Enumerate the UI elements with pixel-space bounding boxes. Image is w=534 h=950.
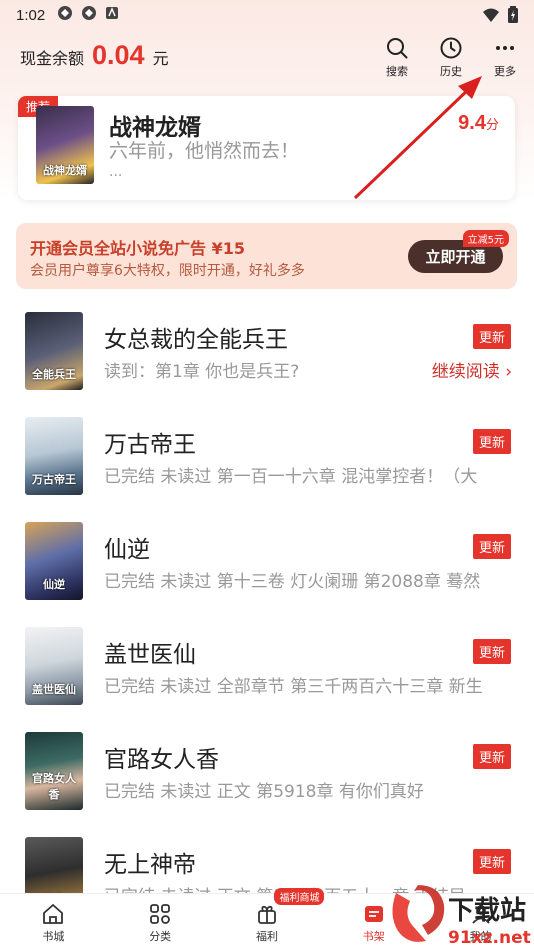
book-cover: 仙逆 xyxy=(25,522,83,600)
clock-icon xyxy=(440,37,462,59)
book-cover: 盖世医仙 xyxy=(25,627,83,705)
nav-item-bookstore[interactable]: 书城 xyxy=(0,894,107,950)
search-label: 搜索 xyxy=(386,65,408,78)
grid-icon xyxy=(150,904,171,924)
continue-reading-link[interactable]: 继续阅读 › xyxy=(432,357,512,382)
bookshelf-icon xyxy=(364,906,383,922)
featured-book-card[interactable]: 推荐 战神龙婿 战神龙婿 六年前，他悄然而去！ ... 9.4分 xyxy=(18,96,515,200)
book-title: 官路女人香 xyxy=(104,747,219,773)
more-button[interactable]: 更多 xyxy=(490,36,520,79)
status-time: 1:02 xyxy=(16,6,46,24)
update-badge: 更新 xyxy=(472,534,511,559)
battery-icon xyxy=(508,6,518,27)
status-bar: 1:02 xyxy=(0,0,534,30)
update-badge: 更新 xyxy=(472,429,511,454)
app-notification-icon xyxy=(57,5,73,25)
nav-label: 福利 xyxy=(255,930,278,943)
cover-title: 战神龙婿 xyxy=(43,164,87,177)
book-title: 仙逆 xyxy=(104,537,150,563)
app-notification-icon xyxy=(105,6,119,24)
search-button[interactable]: 搜索 xyxy=(382,36,412,79)
update-badge: 更新 xyxy=(472,744,511,769)
cover-title: 全能兵王 xyxy=(32,368,76,381)
more-icon xyxy=(496,46,514,50)
vip-discount-badge: 立减5元 xyxy=(462,230,509,247)
vip-subtitle: 会员用户尊享6大特权，限时开通，好礼多多 xyxy=(30,263,305,279)
book-cover: 全能兵王 xyxy=(25,312,83,390)
list-item[interactable]: 仙逆 仙逆 更新 已完结 未读过 第十三卷 灯火阑珊 第2088章 蓦然 xyxy=(0,510,534,615)
book-title: 万古帝王 xyxy=(104,432,196,458)
nav-item-welfare[interactable]: 福利商城 福利 xyxy=(214,888,325,950)
update-badge: 更新 xyxy=(472,849,511,874)
vip-banner[interactable]: 开通会员全站小说免广告 ¥15 会员用户尊享6大特权，限时开通，好礼多多 立即开… xyxy=(16,223,517,289)
balance-unit: 元 xyxy=(152,49,169,68)
home-icon xyxy=(43,904,64,924)
nav-item-category[interactable]: 分类 xyxy=(107,894,214,950)
history-button[interactable]: 历史 xyxy=(436,36,466,79)
more-label: 更多 xyxy=(494,65,516,78)
nav-label: 书架 xyxy=(362,930,385,943)
reading-progress: 读到：第1章 你也是兵王? xyxy=(104,362,300,382)
score-value: 9.4 xyxy=(458,112,486,134)
featured-book-ellipsis: ... xyxy=(109,164,123,180)
update-badge: 更新 xyxy=(472,324,511,349)
list-item[interactable]: 盖世医仙 盖世医仙 更新 已完结 未读过 全部章节 第三千两百六十三章 新生 xyxy=(0,615,534,720)
history-label: 历史 xyxy=(440,65,462,78)
app-notification-icon xyxy=(81,5,97,25)
watermark-logo: 下载站 91xz.net xyxy=(384,885,534,950)
book-status: 已完结 未读过 全部章节 第三千两百六十三章 新生 xyxy=(104,677,483,697)
cover-title: 仙逆 xyxy=(43,578,65,591)
cover-title: 盖世医仙 xyxy=(32,683,76,696)
watermark-text: 下载站 xyxy=(448,896,526,926)
featured-book-description: 六年前，他悄然而去！ xyxy=(109,140,300,162)
vip-title: 开通会员全站小说免广告 ¥15 xyxy=(30,239,245,258)
nav-label: 分类 xyxy=(149,930,172,943)
list-item[interactable]: 万古帝王 万古帝王 更新 已完结 未读过 第一百一十六章 混沌掌控者！（大 xyxy=(0,405,534,510)
book-status: 已完结 未读过 正文 第5918章 有你们真好 xyxy=(104,782,424,802)
cover-title: 官路女人香 xyxy=(32,772,76,801)
welfare-mall-badge: 福利商城 xyxy=(274,888,325,905)
gift-icon xyxy=(258,905,276,924)
book-status: 已完结 未读过 第十三卷 灯火阑珊 第2088章 蓦然 xyxy=(104,572,481,592)
score-unit: 分 xyxy=(485,117,499,132)
list-item[interactable]: 官路女人香 官路女人香 更新 已完结 未读过 正文 第5918章 有你们真好 xyxy=(0,720,534,825)
book-cover: 万古帝王 xyxy=(25,417,83,495)
cash-balance[interactable]: 现金余额 0.04 元 xyxy=(20,40,169,71)
update-badge: 更新 xyxy=(472,639,511,664)
book-title: 盖世医仙 xyxy=(104,642,196,668)
nav-label: 书城 xyxy=(42,930,65,943)
featured-book-score: 9.4分 xyxy=(458,112,499,135)
cover-title: 万古帝王 xyxy=(32,473,76,486)
book-status: 已完结 未读过 第一百一十六章 混沌掌控者！（大 xyxy=(104,467,478,487)
wifi-icon xyxy=(482,7,500,27)
book-title: 女总裁的全能兵王 xyxy=(104,327,288,353)
balance-label: 现金余额 xyxy=(20,49,85,68)
book-title: 无上神帝 xyxy=(104,852,196,878)
watermark-sub: 91xz.net xyxy=(448,928,531,948)
search-icon xyxy=(387,38,408,59)
featured-book-cover: 战神龙婿 xyxy=(36,106,94,184)
book-cover: 官路女人香 xyxy=(25,732,83,810)
balance-value: 0.04 xyxy=(92,40,145,70)
list-item[interactable]: 全能兵王 女总裁的全能兵王 更新 读到：第1章 你也是兵王? 继续阅读 › xyxy=(0,300,534,405)
top-actions: 搜索 历史 更多 xyxy=(382,36,520,79)
